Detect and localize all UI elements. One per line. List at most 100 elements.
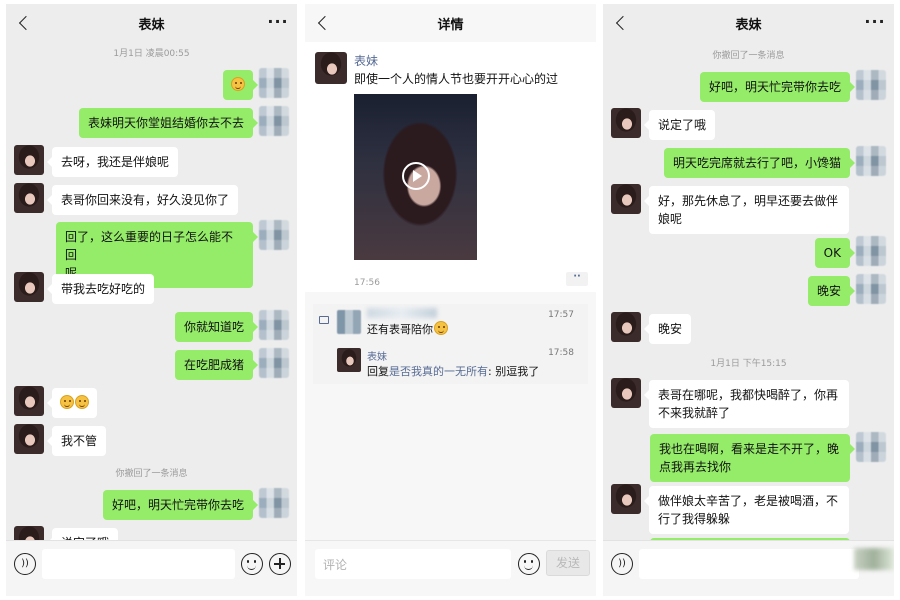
message-bubble[interactable]: 你就知道吃	[174, 312, 259, 342]
my-avatar[interactable]	[259, 348, 289, 378]
my-avatar[interactable]	[259, 68, 289, 98]
message-bubble[interactable]: 明天吃完席就去行了吧，小馋猫	[663, 148, 856, 178]
chat-panel-left: 表妹 ··· 1月1日 凌晨00:55 表妹明天你堂姐结婚你去不去 去呀，我还是…	[6, 4, 297, 596]
voice-icon[interactable]: ))	[611, 553, 633, 575]
contact-avatar[interactable]	[611, 484, 641, 514]
message-bubble[interactable]: 去呀，我还是伴娘呢	[46, 147, 179, 177]
message-bubble[interactable]: 说定了哦	[643, 110, 716, 140]
my-avatar[interactable]	[856, 432, 886, 462]
message-input[interactable]	[42, 549, 235, 579]
contact-avatar[interactable]	[14, 424, 44, 454]
contact-avatar[interactable]	[14, 386, 44, 416]
emoji-button-icon[interactable]	[518, 553, 540, 575]
play-icon[interactable]	[402, 162, 430, 190]
message-line: 做伴娘太辛苦了，老是被喝酒，不	[658, 494, 839, 508]
message-bubble[interactable]: 我也在喝啊，看来是走不开了，晚 点我再去找你	[650, 434, 855, 482]
contact-avatar[interactable]	[611, 312, 641, 342]
chat-header: 表妹 ···	[603, 4, 894, 42]
my-avatar[interactable]	[259, 220, 289, 250]
contact-avatar[interactable]	[611, 108, 641, 138]
message-bubble[interactable]: 带我去吃好吃的	[46, 274, 155, 304]
more-options-icon[interactable]: ···	[864, 12, 886, 32]
message-list[interactable]: 你撤回了一条消息 好吧，明天忙完带你去吃 说定了哦 明天吃完席就去行了吧，小馋猫…	[603, 42, 894, 540]
message-row	[6, 386, 297, 420]
reply-target-name[interactable]: 是否我真的一无所有	[389, 365, 488, 378]
message-line: 娘呢	[658, 212, 683, 226]
contact-avatar[interactable]	[611, 184, 641, 214]
video-thumbnail[interactable]	[354, 94, 477, 260]
moment-post: 表妹 即使一个人的情人节也要开开心心的过 17:56 ··	[305, 42, 596, 292]
contact-avatar[interactable]	[14, 272, 44, 302]
post-text: 即使一个人的情人节也要开开心心的过	[354, 72, 559, 86]
my-avatar[interactable]	[856, 146, 886, 176]
contact-avatar[interactable]	[14, 145, 44, 175]
message-row: 表哥你回来没有，好久没见你了	[6, 183, 297, 217]
message-bubble[interactable]: 好吧，明天忙完带你去吃	[699, 72, 856, 102]
my-avatar[interactable]	[856, 274, 886, 304]
plus-icon[interactable]	[269, 553, 291, 575]
my-avatar[interactable]	[259, 488, 289, 518]
comment-section: 还有表哥陪你 17:57 表妹 17:58 回复是否我真的一无所有: 别逗我了	[313, 304, 588, 384]
commenter-avatar[interactable]	[337, 348, 361, 372]
contact-avatar[interactable]	[611, 378, 641, 408]
emoji-icon	[434, 321, 448, 335]
emoji-icon	[75, 395, 89, 409]
emoji-button-icon[interactable]	[241, 553, 263, 575]
message-bubble[interactable]: 好吧，明天忙完带你去吃	[102, 490, 259, 520]
message-row: 表妹明天你堂姐结婚你去不去	[6, 106, 297, 140]
message-bubble-emoji[interactable]	[47, 388, 97, 418]
my-avatar[interactable]	[856, 236, 886, 266]
like-comment-button[interactable]: ··	[566, 272, 588, 286]
message-bubble[interactable]: 晚安	[643, 314, 692, 344]
chat-title: 表妹	[735, 17, 762, 33]
chat-title: 表妹	[138, 17, 165, 33]
voice-icon[interactable]: ))	[14, 553, 36, 575]
message-row: 带我去吃好吃的	[6, 272, 297, 306]
message-row: 说定了哦	[6, 526, 297, 540]
back-arrow-icon[interactable]	[15, 12, 33, 34]
message-row: 晚安	[603, 274, 894, 308]
message-row: 你就知道吃	[6, 310, 297, 344]
commenter-name[interactable]: 表妹	[367, 348, 387, 363]
more-options-icon[interactable]: ···	[267, 12, 289, 32]
back-arrow-icon[interactable]	[314, 12, 332, 34]
message-bubble[interactable]: 晚安	[807, 276, 856, 306]
chat-panel-right: 表妹 ··· 你撤回了一条消息 好吧，明天忙完带你去吃 说定了哦 明天吃完席就去…	[603, 4, 894, 596]
message-bubble[interactable]: 好，那先休息了，明早还要去做伴 娘呢	[644, 186, 849, 234]
comment-input-bar: 评论 发送	[305, 540, 596, 596]
message-row: 回了，这么重要的日子怎么能不回呢	[6, 220, 297, 288]
message-bubble[interactable]: 做伴娘太辛苦了，老是被喝酒，不 行了我得躲躲	[644, 486, 849, 534]
message-bubble[interactable]: 表哥你回来没有，好久没见你了	[46, 185, 239, 215]
my-avatar[interactable]	[259, 106, 289, 136]
message-bubble[interactable]: 表哥在哪呢，我都快喝醉了，你再 不来我就醉了	[644, 380, 849, 428]
back-arrow-icon[interactable]	[612, 12, 630, 34]
message-line: 表哥在哪呢，我都快喝醉了，你再	[658, 388, 839, 402]
comment-body: 还有表哥陪你	[367, 323, 433, 336]
message-list[interactable]: 1月1日 凌晨00:55 表妹明天你堂姐结婚你去不去 去呀，我还是伴娘呢 表哥你…	[6, 42, 297, 540]
message-row: 晚安	[603, 312, 894, 346]
poster-avatar[interactable]	[315, 52, 347, 84]
send-button[interactable]: 发送	[546, 550, 590, 576]
message-row	[6, 68, 297, 100]
input-bar: ))	[6, 540, 297, 596]
message-bubble[interactable]: 我不管	[46, 426, 107, 456]
message-row: 好，那先休息了，明早还要去做伴 娘呢	[603, 184, 894, 234]
poster-name[interactable]: 表妹	[354, 52, 378, 69]
contact-avatar[interactable]	[14, 526, 44, 540]
contact-avatar[interactable]	[14, 183, 44, 213]
commenter-avatar[interactable]	[337, 310, 361, 334]
message-input[interactable]	[639, 549, 859, 579]
message-bubble[interactable]: 表妹明天你堂姐结婚你去不去	[78, 108, 259, 138]
timestamp: 1月1日 凌晨00:55	[113, 49, 190, 59]
message-bubble[interactable]: OK	[814, 238, 856, 268]
message-row: 去呀，我还是伴娘呢	[6, 145, 297, 179]
message-bubble[interactable]: 说定了哦	[46, 528, 119, 540]
message-bubble-emoji[interactable]	[223, 70, 258, 100]
moment-detail-panel: 详情 表妹 即使一个人的情人节也要开开心心的过 17:56 ·· 还有表哥陪你 …	[305, 4, 596, 596]
comment-time: 17:57	[548, 310, 574, 320]
my-avatar[interactable]	[259, 310, 289, 340]
comment-body: : 别逗我了	[488, 365, 540, 378]
comment-input[interactable]: 评论	[315, 549, 511, 579]
message-bubble[interactable]: 在吃肥成猪	[174, 350, 259, 380]
my-avatar[interactable]	[856, 70, 886, 100]
